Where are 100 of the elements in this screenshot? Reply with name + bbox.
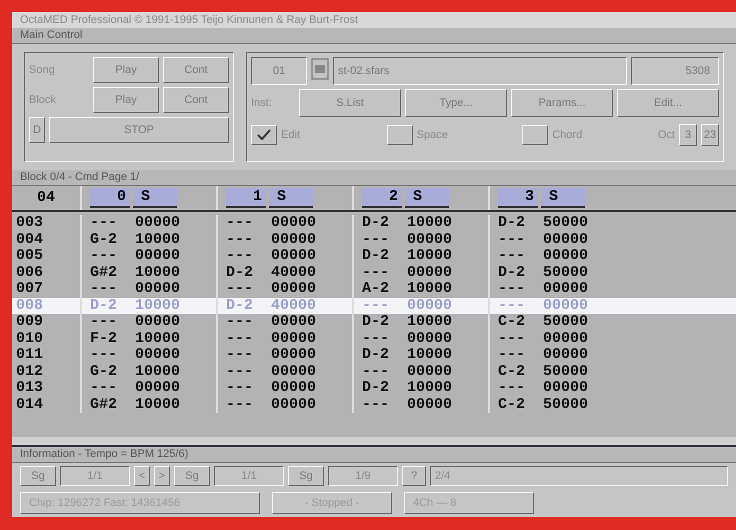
note-cell: --- [498, 347, 526, 364]
note-cell: --- [90, 314, 118, 330]
track-number-button[interactable]: 1 [226, 188, 266, 208]
octave-button[interactable]: 23 [701, 124, 719, 146]
note-cell: D-2 [498, 215, 526, 232]
instrument-button[interactable]: S.List [299, 89, 401, 117]
line-number: 009 [15, 314, 44, 330]
command-cell: 00000 [135, 215, 180, 232]
position-button[interactable]: Sg [174, 466, 210, 486]
command-cell: 00000 [135, 314, 180, 330]
instrument-name-field[interactable]: st-02.sfars [333, 57, 627, 85]
command-cell: 00000 [407, 298, 452, 314]
tracker-row[interactable]: 012 G-2 10000 --- 00000 --- 00000 C-2 50000 [12, 364, 736, 380]
key-button[interactable]: D [29, 117, 45, 143]
command-cell: 10000 [135, 364, 180, 380]
note-cell: --- [226, 347, 254, 364]
instrument-label: Inst: [251, 96, 273, 111]
note-cell: --- [498, 298, 526, 314]
transport-button[interactable]: Play [93, 87, 159, 113]
tracker-row[interactable]: 006 G#2 10000 D-2 40000 --- 00000 D-2 50000 [12, 264, 736, 281]
checkbox-label: Edit [281, 128, 300, 143]
note-cell: --- [498, 330, 526, 347]
note-cell: --- [226, 380, 254, 396]
note-cell: C-2 [498, 314, 526, 330]
solo-button[interactable]: S [133, 188, 177, 208]
instrument-button[interactable]: Params... [511, 89, 613, 117]
command-cell: 50000 [543, 314, 588, 330]
select-button[interactable]: ? [402, 466, 426, 486]
position-button[interactable]: Sg [20, 466, 56, 486]
note-cell: D-2 [90, 298, 118, 314]
line-number: 014 [15, 396, 44, 413]
tracker-row[interactable]: 004 G-2 10000 --- 00000 --- 00000 --- 00000 [12, 232, 736, 248]
transport-button[interactable]: Play [93, 57, 159, 83]
note-cell: D-2 [362, 314, 390, 330]
transport-button[interactable]: Cont [163, 57, 229, 83]
note-cell: --- [362, 264, 390, 281]
position-button[interactable]: Sg [288, 466, 324, 486]
note-cell: A-2 [362, 281, 390, 298]
note-cell: G-2 [90, 364, 118, 380]
note-cell: --- [498, 281, 526, 298]
command-cell: 00000 [407, 264, 452, 281]
command-cell: 10000 [135, 232, 180, 248]
solo-button[interactable]: S [405, 188, 449, 208]
command-cell: 00000 [135, 380, 180, 396]
command-cell: 00000 [271, 232, 316, 248]
checkbox-label: Space [416, 128, 448, 143]
checkbox[interactable] [251, 125, 277, 145]
checkbox[interactable] [522, 125, 548, 145]
instrument-button[interactable]: Edit... [617, 89, 719, 117]
solo-button[interactable]: S [541, 188, 585, 208]
note-cell: --- [362, 298, 390, 314]
note-cell: D-2 [362, 347, 390, 364]
command-cell: 00000 [543, 347, 588, 364]
command-cell: 10000 [407, 281, 452, 298]
info-title: Information - Tempo = BPM 125/6) [12, 447, 736, 463]
command-cell: 10000 [135, 298, 180, 314]
command-cell: 00000 [135, 347, 180, 364]
checkbox-label: Chord [552, 128, 582, 143]
stop-button[interactable]: STOP [49, 117, 229, 143]
note-cell: D-2 [226, 298, 254, 314]
track-number-button[interactable]: 2 [362, 188, 402, 208]
note-cell: --- [226, 281, 254, 298]
command-cell: 00000 [271, 380, 316, 396]
position-field: 1/1 [60, 466, 130, 486]
tracker-row[interactable]: 003 --- 00000 --- 00000 D-2 10000 D-2 50000 [12, 215, 736, 232]
command-cell: 10000 [135, 396, 180, 413]
line-number: 007 [15, 281, 44, 298]
arrow-button[interactable]: > [154, 466, 170, 486]
command-cell: 00000 [543, 330, 588, 347]
tracker-row[interactable]: 005 --- 00000 --- 00000 D-2 10000 --- 00000 [12, 248, 736, 264]
command-cell: 00000 [271, 330, 316, 347]
note-cell: D-2 [362, 215, 390, 232]
transport-button[interactable]: Cont [163, 87, 229, 113]
tracker-row[interactable]: 010 F-2 10000 --- 00000 --- 00000 --- 00000 [12, 330, 736, 347]
command-cell: 10000 [407, 248, 452, 264]
tracker-row[interactable]: 011 --- 00000 --- 00000 D-2 10000 --- 00000 [12, 347, 736, 364]
tracker-row[interactable]: 014 G#2 10000 --- 00000 --- 00000 C-2 50000 [12, 396, 736, 413]
octave-button[interactable]: 3 [679, 124, 697, 146]
instrument-button[interactable]: Type... [405, 89, 507, 117]
note-cell: --- [498, 232, 526, 248]
note-cell: --- [226, 364, 254, 380]
tracker-row[interactable]: 013 --- 00000 --- 00000 D-2 10000 --- 00000 [12, 380, 736, 396]
line-number: 005 [15, 248, 44, 264]
track-number-button[interactable]: 3 [498, 188, 538, 208]
command-cell: 00000 [135, 281, 180, 298]
solo-button[interactable]: S [269, 188, 313, 208]
tracker-row[interactable]: 008 D-2 10000 D-2 40000 --- 00000 --- 00000 [12, 298, 736, 314]
arrow-button[interactable]: < [134, 466, 150, 486]
note-cell: --- [90, 215, 118, 232]
checkbox[interactable] [386, 125, 413, 145]
command-cell: 10000 [135, 264, 180, 281]
instrument-number: 01 [251, 57, 307, 85]
track-number-button[interactable]: 0 [90, 188, 130, 208]
note-cell: --- [226, 396, 254, 413]
tracker-row[interactable]: 009 --- 00000 --- 00000 D-2 10000 C-2 50000 [12, 314, 736, 330]
editor-title: Block 0/4 - Cmd Page 1/ [12, 170, 736, 186]
note-cell: G#2 [90, 264, 118, 281]
panel-title: Main Control [12, 28, 736, 44]
horizontal-scrollbar[interactable] [12, 437, 736, 447]
command-cell: 50000 [543, 364, 588, 380]
